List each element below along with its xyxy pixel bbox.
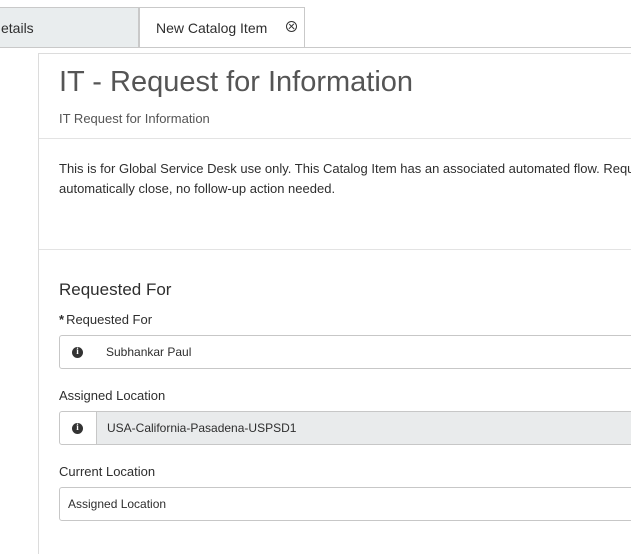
catalog-item-panel: IT - Request for Information IT Request … [38,53,631,554]
description-line-2: automatically close, no follow-up action… [59,181,336,196]
info-icon[interactable]: i [72,422,83,434]
tab-new-catalog-item-label: New Catalog Item [156,20,268,36]
requested-for-label: * Requested For [59,312,152,327]
description-line-1: This is for Global Service Desk use only… [59,161,631,176]
tab-new-catalog-item[interactable]: New Catalog Item [139,7,305,48]
info-icon[interactable]: i [72,346,83,358]
current-location-label: Current Location [59,464,156,479]
requested-for-value: Subhankar Paul [106,345,192,359]
required-marker: * [59,312,65,327]
page-title: IT - Request for Information [59,66,414,98]
description-divider [39,249,631,250]
close-icon[interactable] [286,21,297,32]
assigned-location-value: USA-California-Pasadena-USPSD1 [107,421,297,435]
tab-details[interactable]: etails [0,7,139,47]
section-title: Requested For [59,280,172,299]
current-location-field[interactable]: Assigned Location [59,487,631,521]
tab-bar: etails New Catalog Item [0,0,631,48]
tab-bar-divider [0,47,631,48]
assigned-location-label: Assigned Location [59,388,166,403]
assigned-location-field[interactable]: i USA-California-Pasadena-USPSD1 [59,411,631,445]
requested-for-field[interactable]: i Subhankar Paul [59,335,631,369]
tab-details-label: etails [1,20,34,36]
description: This is for Global Service Desk use only… [59,159,631,199]
page-subtitle: IT Request for Information [59,111,210,126]
current-location-value: Assigned Location [68,497,167,511]
requested-for-label-text: Requested For [66,312,153,327]
header-divider [39,138,631,139]
